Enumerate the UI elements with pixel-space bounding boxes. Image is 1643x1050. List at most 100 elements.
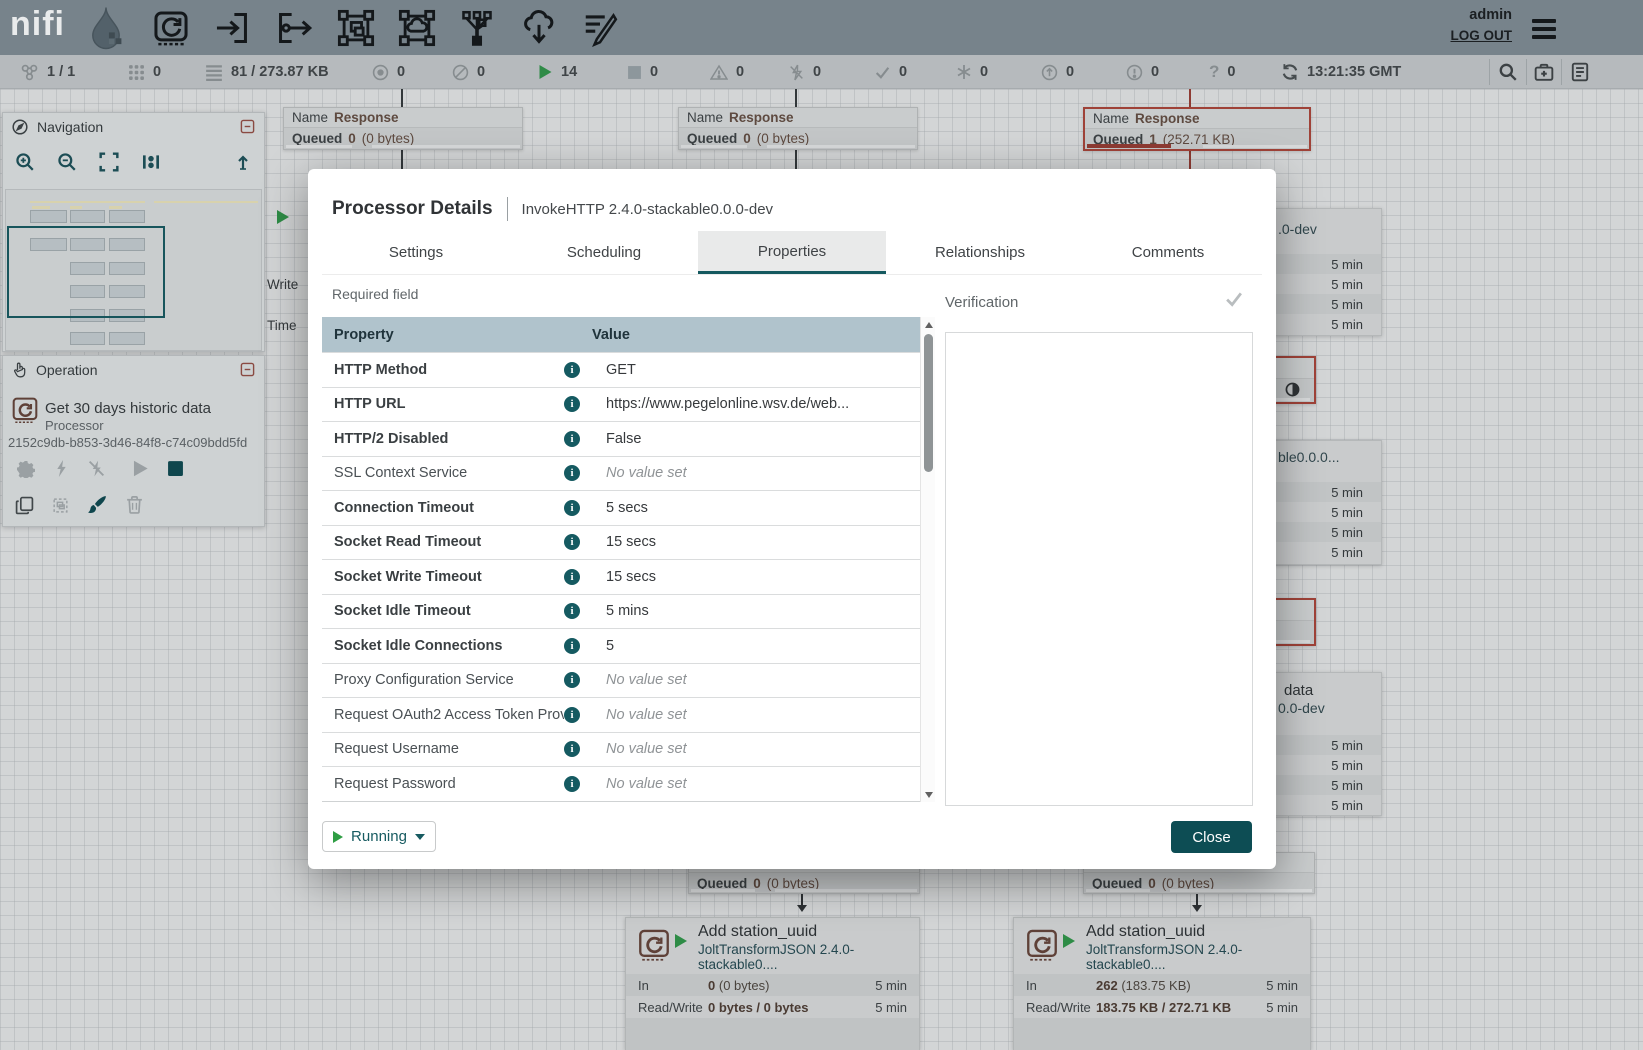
logout-link[interactable]: LOG OUT [1451, 28, 1513, 43]
scrollbar-thumb[interactable] [924, 334, 933, 472]
refresh-icon[interactable] [1281, 63, 1299, 81]
dialog-subtitle: InvokeHTTP 2.4.0-stackable0.0.0-dev [522, 201, 774, 218]
zoom-in-icon[interactable] [15, 152, 35, 172]
selected-component-id: 2152c9db-b853-3d46-84f8-c74c09bdd5fd [8, 435, 247, 450]
current-user: admin [1422, 7, 1512, 23]
verification-check-icon[interactable] [1224, 289, 1244, 314]
enable-button[interactable] [53, 459, 70, 478]
new-input-port-icon[interactable] [213, 9, 251, 47]
info-icon [564, 707, 580, 723]
birdseye-minimap[interactable] [5, 189, 262, 351]
new-output-port-icon[interactable] [275, 9, 313, 47]
collapse-operation-button[interactable] [240, 362, 255, 377]
property-row[interactable]: HTTP/2 DisabledFalse [322, 421, 920, 456]
nifi-drop-icon [88, 6, 124, 50]
minimap-shape [109, 206, 122, 209]
processor-add-station-uuid-1[interactable]: Add station_uuid JoltTransformJSON 2.4.0… [625, 917, 920, 1050]
property-row[interactable]: Socket Idle Timeout5 mins [322, 594, 920, 629]
tab-comments[interactable]: Comments [1074, 231, 1262, 274]
tab-properties[interactable]: Properties [698, 231, 886, 274]
property-row[interactable]: Socket Idle Connections5 [322, 628, 920, 663]
tab-settings[interactable]: Settings [322, 231, 510, 274]
required-field-label: Required field [332, 286, 418, 302]
scroll-down-button[interactable] [921, 787, 936, 802]
processor-add-station-uuid-2[interactable]: Add station_uuid JoltTransformJSON 2.4.0… [1013, 917, 1311, 1050]
dialog-title-row: Processor Details InvokeHTTP 2.4.0-stack… [332, 197, 773, 221]
processor-icon [1026, 929, 1058, 963]
sync-failure-status: ? 0 [1209, 55, 1235, 89]
property-row[interactable]: Request UsernameNo value set [322, 732, 920, 767]
connection-line [795, 89, 797, 107]
collapse-up-icon[interactable] [234, 153, 252, 171]
stat-row [626, 1018, 919, 1050]
run-status-menu-button[interactable]: Running [322, 821, 436, 852]
processor-icon [12, 397, 38, 425]
properties-scrollbar[interactable] [920, 317, 935, 802]
statusbar-separator [1489, 59, 1490, 85]
delete-button[interactable] [125, 495, 144, 514]
property-row[interactable]: Connection Timeout5 secs [322, 490, 920, 525]
new-process-group-icon[interactable] [337, 9, 375, 47]
zoom-actual-icon[interactable] [141, 152, 161, 172]
property-row[interactable]: HTTP URLhttps://www.pegelonline.wsv.de/w… [322, 387, 920, 422]
property-row[interactable]: Request OAuth2 Access Token Prov...No va… [322, 697, 920, 732]
transmitting-icon [372, 64, 389, 81]
tab-relationships[interactable]: Relationships [886, 231, 1074, 274]
new-processor-icon[interactable] [152, 9, 190, 47]
property-row[interactable]: SSL Context ServiceNo value set [322, 456, 920, 491]
property-row[interactable]: HTTP MethodGET [322, 352, 920, 387]
properties-table: Property Value HTTP MethodGET HTTP URLht… [322, 317, 920, 802]
selected-component-name: Get 30 days historic data [45, 400, 211, 417]
asterisk-icon [956, 64, 972, 80]
warning-triangle-icon [710, 64, 728, 81]
flow-health-button[interactable] [1534, 55, 1554, 89]
new-template-icon[interactable] [520, 9, 558, 47]
navigation-panel: Navigation [2, 112, 265, 352]
verification-label: Verification [945, 294, 1018, 311]
copy-button[interactable] [15, 496, 34, 515]
run-status-play-icon [675, 934, 687, 948]
zoom-out-icon[interactable] [57, 152, 77, 172]
new-funnel-icon[interactable] [459, 9, 495, 47]
group-button[interactable] [51, 496, 70, 515]
stale-arrow-icon [1041, 64, 1058, 81]
color-button[interactable] [87, 494, 108, 515]
connection-label-response-1[interactable]: NameResponse Queued0(0 bytes) [283, 107, 523, 150]
property-row[interactable]: Socket Read Timeout15 secs [322, 525, 920, 560]
search-button[interactable] [1498, 55, 1518, 89]
new-remote-process-group-icon[interactable] [398, 9, 436, 47]
configure-button[interactable] [17, 460, 35, 478]
chevron-down-icon [415, 834, 425, 845]
table-bottom-border [322, 801, 920, 802]
stop-button[interactable] [167, 460, 184, 477]
minimap-processor [30, 210, 67, 223]
navigation-header: Navigation [3, 113, 264, 140]
locally-modified-stale-status: 0 [1126, 55, 1159, 89]
global-menu-icon[interactable] [1532, 15, 1556, 43]
close-button[interactable]: Close [1171, 821, 1252, 853]
start-button[interactable] [131, 459, 150, 478]
connection-label-response-2[interactable]: NameResponse Queued0(0 bytes) [678, 107, 918, 150]
collapse-navigation-button[interactable] [240, 119, 255, 134]
connection-arrow [1196, 894, 1198, 910]
new-label-icon[interactable] [581, 9, 619, 47]
property-row[interactable]: Proxy Configuration ServiceNo value set [322, 663, 920, 698]
disable-button[interactable] [87, 459, 106, 478]
flow-summary-button[interactable] [1570, 55, 1590, 89]
cluster-icon [20, 63, 39, 82]
stopped-status: 0 [627, 55, 658, 89]
property-row[interactable]: Request PasswordNo value set [322, 766, 920, 801]
connection-line-error [1189, 89, 1191, 107]
property-row[interactable]: Socket Write Timeout15 secs [322, 559, 920, 594]
connection-label-response-3[interactable]: NameResponse Queued1(252.71 KB) [1083, 107, 1311, 151]
stat-row-in: In 262 (183.75 KB) 5 min [1014, 974, 1310, 996]
minimap-viewport[interactable] [7, 226, 165, 318]
minimap-processor [109, 210, 145, 223]
queue-size-bar [1170, 889, 1312, 892]
statusbar-separator [1526, 59, 1527, 85]
zoom-fit-icon[interactable] [99, 152, 119, 172]
running-play-icon [538, 64, 553, 80]
queue-list-icon [205, 63, 223, 81]
tab-scheduling[interactable]: Scheduling [510, 231, 698, 274]
scroll-up-button[interactable] [921, 317, 936, 332]
